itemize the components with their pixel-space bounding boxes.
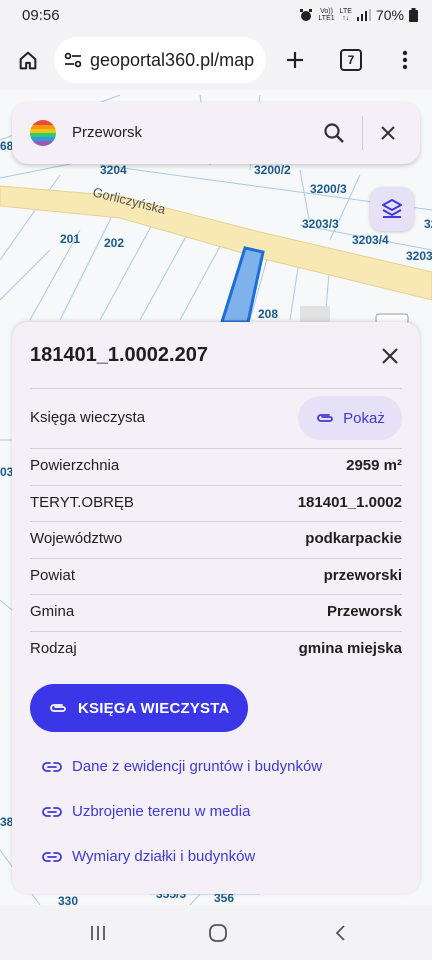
battery-icon [409,8,418,22]
link-label: Dane z ewidencji gruntów i budynków [72,758,323,775]
back-icon [335,925,345,941]
recents-icon [91,926,105,940]
search-button[interactable] [320,119,348,147]
row-label: TERYT.OBRĘB [30,494,134,511]
new-tab-icon [287,52,303,68]
link-icon [42,851,62,862]
more-menu-button[interactable] [392,45,418,75]
row-label: Powierzchnia [30,457,120,474]
parcel-label: 3200/3 [310,182,347,196]
search-divider [362,116,363,150]
close-icon [382,348,398,364]
row-value: gmina miejska [298,640,402,657]
paperclip-icon [50,704,66,712]
circle-home-icon [209,924,227,942]
row-label: Gmina [30,603,75,620]
parcel-info-panel: 181401_1.0002.207 Księga wieczysta Pokaż… [12,322,420,894]
link-dane-ewidencji[interactable]: Dane z ewidencji gruntów i budynków [42,758,322,775]
address-bar[interactable]: geoportal360.pl/map [54,37,266,83]
clear-search-button[interactable] [374,119,402,147]
parcel-label: 3203/4 [352,233,389,247]
url-text: geoportal360.pl/map [90,49,255,70]
app-logo [30,120,56,146]
layers-icon [382,199,402,218]
home-button[interactable] [12,45,44,77]
paperclip-icon [317,414,334,422]
divider [30,631,402,632]
selected-parcel[interactable] [219,246,265,324]
link-label: Wymiary działki i budynków [72,848,256,865]
parcel-label: 208 [258,307,278,321]
status-bar: 09:56 Vo)) LTE1 LTE ↑↓ 70% [0,0,432,32]
new-tab-button[interactable] [280,45,310,75]
recents-button[interactable] [80,919,116,947]
link-wymiary-dzialki[interactable]: Wymiary działki i budynków [42,848,255,865]
divider [30,558,402,559]
layers-button[interactable] [370,187,414,231]
parcel-label: 3200/2 [254,163,291,177]
status-time: 09:56 [22,7,60,24]
lte-indicator: LTE ↑↓ [339,8,352,22]
link-label: Uzbrojenie terenu w media [72,803,251,820]
row-value: przeworski [323,567,402,584]
parcel-label: 202 [104,236,124,250]
link-uzbrojenie-terenu[interactable]: Uzbrojenie terenu w media [42,803,250,820]
alarm-icon [300,9,313,21]
parcel-label: 3204 [100,163,127,177]
close-icon [381,126,395,140]
more-vert-icon [402,50,408,70]
pokaz-button[interactable]: Pokaż [298,396,402,440]
back-button[interactable] [322,919,358,947]
tab-count: 7 [340,49,362,71]
row-value: 181401_1.0002 [297,494,402,511]
row-value: podkarpackie [305,530,402,547]
divider [30,521,402,522]
system-nav-bar [0,905,432,960]
volte-indicator: Vo)) LTE1 [318,8,335,22]
panel-title: 181401_1.0002.207 [30,344,208,366]
building [300,306,330,322]
link-icon [42,806,62,817]
ksiega-wieczysta-button[interactable]: KSIĘGA WIECZYSTA [30,684,248,732]
row-value: Przeworsk [326,603,402,620]
parcel-label: 3203/3 [302,217,339,231]
parcel-label: 330 [58,894,78,905]
row-label: Rodzaj [30,640,77,657]
status-icons: Vo)) LTE1 LTE ↑↓ 70% [299,7,418,23]
ksiega-wieczysta-label: KSIĘGA WIECZYSTA [78,699,230,717]
divider [30,594,402,595]
pokaz-label: Pokaż [343,409,385,427]
home-icon [19,51,37,70]
parcel-label: 3205 [424,217,432,231]
close-panel-button[interactable] [376,342,404,370]
kw-label: Księga wieczysta [30,409,146,426]
divider [30,388,402,389]
app-logo-icon [30,120,56,146]
search-card: Przeworsk [12,102,420,164]
link-icon [42,761,62,772]
search-input[interactable]: Przeworsk [72,124,142,141]
browser-toolbar: geoportal360.pl/map 7 [0,32,432,90]
signal-icon [356,9,371,21]
divider [30,485,402,486]
row-value: 2959 m² [346,457,402,474]
divider [30,448,402,449]
search-icon [324,123,344,143]
site-settings-icon[interactable] [64,51,82,69]
system-home-button[interactable] [200,919,236,947]
row-label: Województwo [30,530,123,547]
battery-percent: 70% [375,7,404,23]
parcel-label: 201 [60,232,80,246]
parcel-label: 3203 [406,249,432,263]
tab-switcher-button[interactable]: 7 [336,45,366,75]
row-label: Powiat [30,567,76,584]
